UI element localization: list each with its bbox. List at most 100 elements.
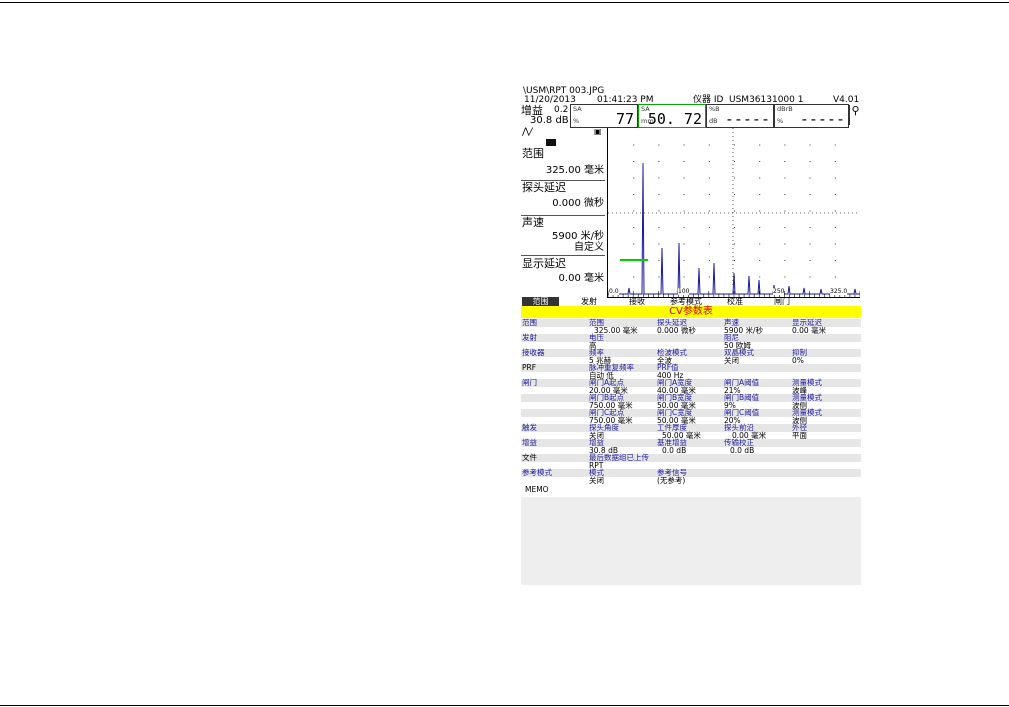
grid-dot — [784, 194, 786, 195]
grid-dot — [683, 227, 685, 228]
panel-item-velocity[interactable]: 声速 5900 米/秒 自定义 — [521, 217, 605, 256]
section-label: 闸门 — [522, 378, 537, 387]
param-label: 探头前沿 — [724, 423, 754, 432]
row-shade — [521, 364, 861, 372]
tab-calibrate[interactable]: 校准 — [721, 297, 749, 306]
param-value: 关闭 — [724, 356, 739, 365]
memo-label: MEMO — [525, 485, 549, 494]
param-label: 双晶模式 — [724, 348, 754, 357]
param-label: 闸门A宽度 — [657, 378, 693, 387]
grid-dot — [734, 177, 735, 179]
panel-item-range[interactable]: 范围 325.00 毫米 — [521, 148, 605, 181]
grid-dots — [633, 144, 836, 278]
param-label: 闸门C阈值 — [724, 408, 760, 417]
param-label: 闸门A起点 — [589, 378, 625, 387]
grid-dot — [759, 243, 761, 245]
grid-dot — [784, 276, 786, 278]
param-value: 平面 — [792, 431, 807, 440]
grid-dot — [784, 260, 786, 261]
row-shade — [521, 439, 861, 447]
grid-dot — [633, 276, 635, 278]
grid-dot — [633, 161, 635, 162]
grid-dot — [683, 144, 685, 146]
section-label: PRF — [522, 363, 537, 372]
grid-dot — [734, 243, 735, 245]
param-label: 声速 — [724, 318, 739, 327]
tab-range[interactable]: 范围 — [522, 297, 559, 306]
grid-dot — [658, 161, 660, 162]
panel-item-title: 显示延迟 — [522, 257, 566, 270]
panel-item-value: 5900 米/秒 — [552, 231, 604, 242]
tab-reference-mode[interactable]: 参考模式 — [661, 297, 711, 306]
readout-value: ----- — [799, 110, 845, 128]
param-label: 频率 — [589, 348, 604, 357]
grid-dot — [708, 276, 710, 278]
grid-dot — [708, 227, 710, 228]
param-label: 闸门B起点 — [589, 393, 625, 402]
gain-value[interactable]: 30.8 dB — [530, 115, 569, 126]
grid-dot — [759, 161, 761, 162]
grid-dot — [734, 144, 735, 146]
parameter-panel: 范围 325.00 毫米 探头延迟 0.000 微秒 声速 5900 米/秒 自… — [521, 128, 606, 291]
grid-dot — [708, 210, 710, 212]
grid-dot — [759, 194, 761, 195]
cv-parameter-table-title: CV参数表 — [521, 306, 861, 318]
grid-dot — [633, 227, 635, 228]
grid-dot — [784, 144, 786, 146]
grid-dot — [658, 144, 660, 146]
table-row-gate-b: 闸门B起点 闸门B宽度 闸门B阈值 测量模式 750.00 毫米 50.00 毫… — [521, 394, 861, 409]
grid-dot — [834, 276, 836, 278]
grid-dot — [759, 210, 761, 212]
tab-transmit[interactable]: 发射 — [574, 297, 604, 306]
tab-receive[interactable]: 接收 — [622, 297, 652, 306]
tab-gates[interactable]: 闸门 — [768, 297, 796, 306]
grid-dot — [633, 194, 635, 195]
grid-dot — [809, 276, 811, 278]
grid-dot — [683, 177, 685, 179]
probe-icon: ⚲ — [849, 105, 861, 125]
param-label: 闸门C宽度 — [657, 408, 693, 417]
panel-item-probe-delay[interactable]: 探头延迟 0.000 微秒 — [521, 182, 605, 216]
section-label: 参考模式 — [522, 468, 552, 477]
param-value: 0.0 dB — [730, 446, 755, 455]
readout-label-top: SA — [573, 105, 582, 113]
memo-row: MEMO — [521, 484, 861, 494]
section-label: 接收器 — [522, 348, 545, 357]
grid-dot — [809, 161, 811, 162]
grid-dot — [708, 144, 710, 146]
readout-value: 77 — [615, 110, 634, 128]
grid-dot — [834, 194, 836, 195]
param-value: 0.000 微秒 — [657, 326, 696, 335]
readout-label-bottom: % — [573, 117, 580, 125]
grid-dot — [759, 227, 761, 228]
grid-dot — [708, 243, 710, 245]
readout-label-top: %B — [709, 105, 720, 113]
table-row-reference-mode: 参考模式 模式 参考信号 关闭 (无参考) — [521, 469, 861, 484]
grid-dot — [734, 194, 735, 195]
grid-dot — [708, 194, 710, 195]
table-row-file: 文件 最后数据组已上传 RPT — [521, 454, 861, 469]
grid-dot — [759, 177, 761, 179]
section-label: 文件 — [522, 453, 537, 462]
param-label: 电压 — [589, 333, 604, 342]
param-label: 增益 — [589, 438, 604, 447]
param-value: 0% — [792, 356, 804, 365]
grid-dot — [658, 243, 660, 245]
param-label: 外径 — [792, 423, 807, 432]
x-tick-label: 100 — [678, 288, 690, 295]
panel-item-display-delay[interactable]: 显示延迟 0.00 毫米 — [521, 258, 605, 288]
table-row-gate-a: 闸门 闸门A起点 闸门A宽度 闸门A阈值 测量模式 20.00 毫米 40.00… — [521, 379, 861, 394]
readout-b-db: %B dB ----- — [706, 104, 774, 128]
grid-dot — [683, 243, 685, 245]
param-label: 闸门C起点 — [589, 408, 625, 417]
grid-dot — [784, 210, 786, 212]
a-scan-signal — [608, 162, 860, 295]
readout-label-bottom: % — [777, 117, 784, 125]
row-shade — [521, 334, 861, 342]
readout-db-rb: dBrB % ----- — [774, 104, 849, 128]
panel-item-title: 探头延迟 — [522, 181, 566, 194]
readout-sa-depth: SA mm 50. 72 — [638, 104, 706, 128]
param-label: 闸门A阈值 — [724, 378, 760, 387]
table-row-transmit: 发射 电压 阻尼 高 50 欧姆 — [521, 334, 861, 349]
grid-dot — [809, 144, 811, 146]
